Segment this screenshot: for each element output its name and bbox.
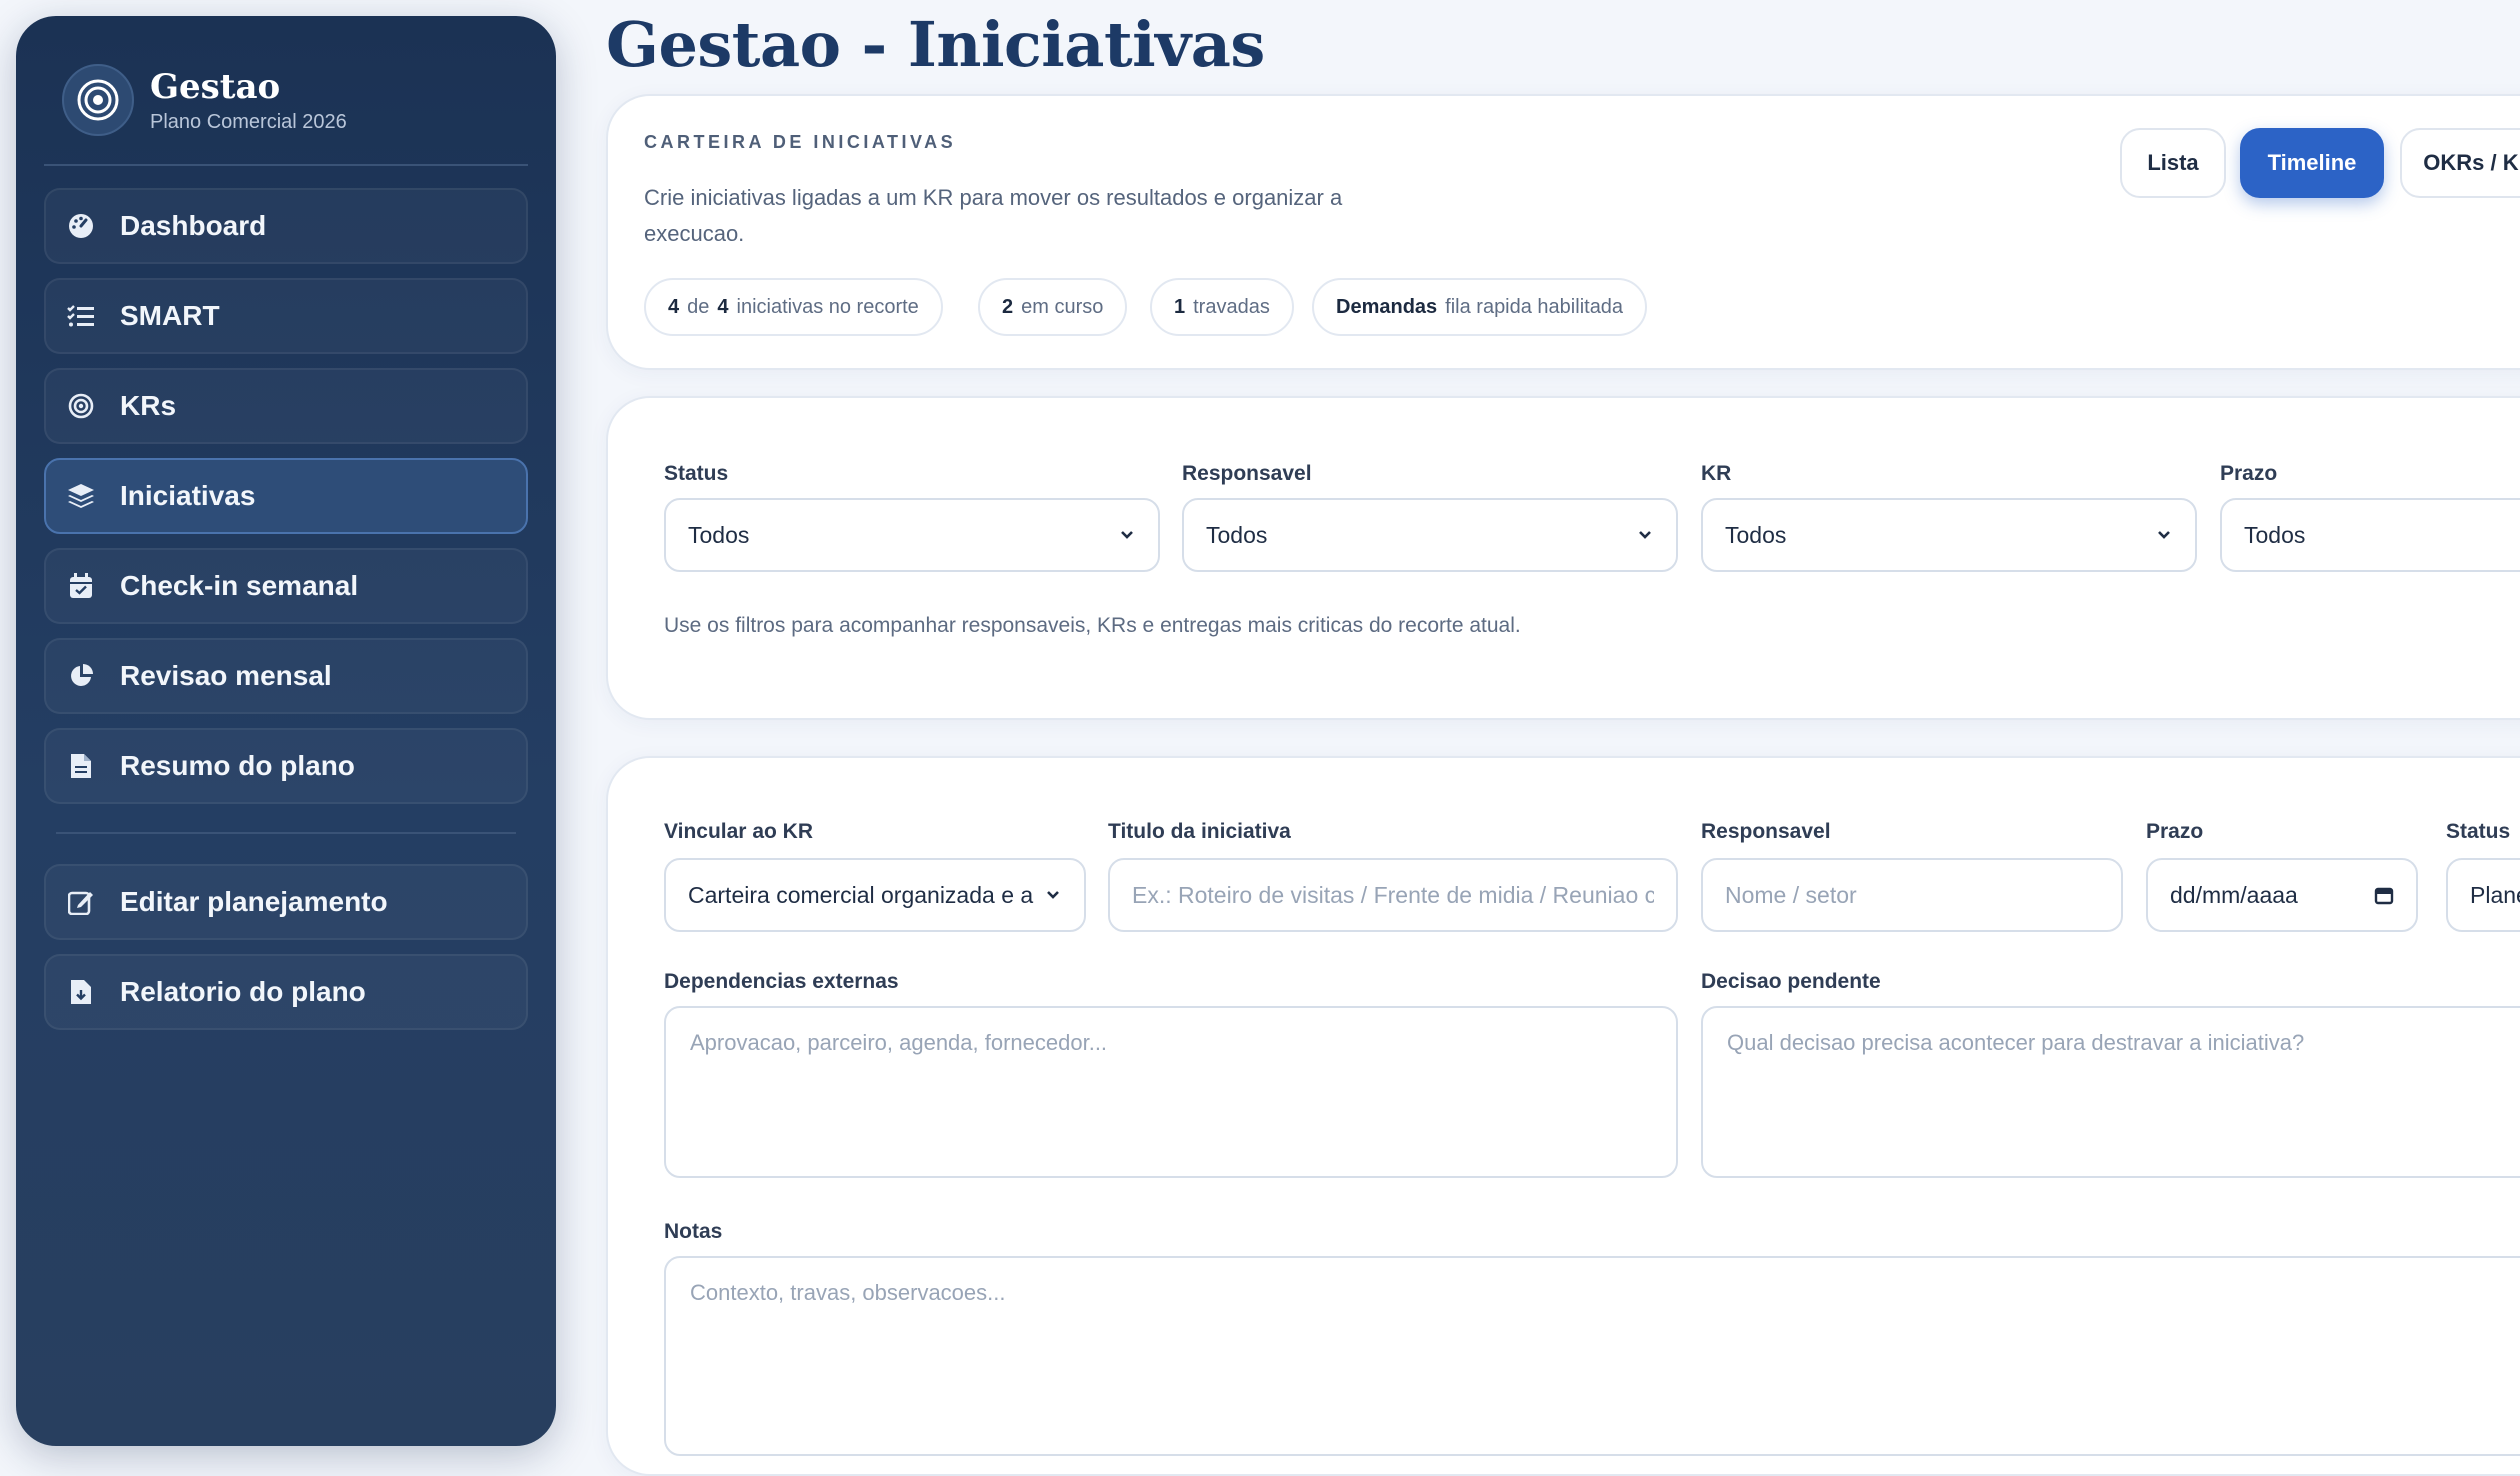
count-of: de [687, 295, 710, 318]
status-filter-label: Status [664, 462, 729, 485]
kr-filter-label: KR [1701, 462, 1732, 485]
deadline-filter-select[interactable]: Todos [2220, 498, 2520, 572]
filters-hint: Use os filtros para acompanhar responsav… [664, 614, 1521, 637]
layers-icon [66, 481, 96, 511]
pending-decision-label: Decisao pendente [1701, 970, 1881, 993]
sidebar-item-relatorio[interactable]: Relatorio do plano [44, 954, 528, 1030]
deadline-placeholder: dd/mm/aaaa [2170, 881, 2298, 908]
kr-filter-value: Todos [1725, 521, 1787, 548]
deadline-filter-value: Todos [2244, 521, 2306, 548]
kr-filter-select[interactable]: Todos [1701, 498, 2197, 572]
brand-title: Gestao [150, 66, 281, 107]
initiative-title-label: Titulo da iniciativa [1108, 820, 1291, 843]
owner-filter-label: Responsavel [1182, 462, 1312, 485]
sidebar-item-label: Dashboard [120, 210, 267, 241]
sidebar-item-label: Revisao mensal [120, 660, 332, 691]
sidebar-item-label: Editar planejamento [120, 886, 388, 917]
owner-filter-value: Todos [1206, 521, 1268, 548]
sidebar-item-krs[interactable]: KRs [44, 368, 528, 444]
calendar-icon[interactable] [2374, 885, 2394, 905]
in-progress-count: 2 [1002, 295, 1014, 318]
sidebar-item-label: Check-in semanal [120, 570, 359, 601]
view-okrs-button[interactable]: OKRs / KRs [2400, 128, 2520, 198]
sidebar-item-label: Iniciativas [120, 480, 256, 511]
in-progress-text: em curso [1021, 295, 1104, 318]
file-download-icon [66, 977, 96, 1007]
blocked-count: 1 [1174, 295, 1186, 318]
portfolio-eyebrow: CARTEIRA DE INICIATIVAS [644, 132, 957, 152]
count-chip: 4 de 4 iniciativas no recorte [644, 278, 943, 336]
portfolio-card: CARTEIRA DE INICIATIVAS Crie iniciativas… [606, 94, 2520, 370]
portfolio-description: Crie iniciativas ligadas a um KR para mo… [644, 185, 1343, 246]
notes-label: Notas [664, 1220, 723, 1243]
target-icon [66, 391, 96, 421]
count-visible: 4 [668, 295, 680, 318]
dependencies-placeholder: Aprovacao, parceiro, agenda, fornecedor.… [690, 1030, 1108, 1055]
document-icon [66, 751, 96, 781]
deadline-label: Prazo [2146, 820, 2204, 843]
edit-icon [66, 887, 96, 917]
sidebar-item-iniciativas[interactable]: Iniciativas [44, 458, 528, 534]
view-timeline-button[interactable]: Timeline [2240, 128, 2384, 198]
sidebar-item-editar-planejamento[interactable]: Editar planejamento [44, 864, 528, 940]
blocked-chip: 1 travadas [1150, 278, 1294, 336]
pending-decision-placeholder: Qual decisao precisa acontecer para dest… [1727, 1030, 2305, 1055]
new-initiative-form: Vincular ao KR Carteira comercial organi… [606, 756, 2520, 1476]
brand: Gestao Plano Comercial 2026 [62, 64, 347, 136]
status-filter-value: Todos [688, 521, 750, 548]
owner-label: Responsavel [1701, 820, 1831, 843]
page-title: Gestao - Iniciativas [606, 8, 1265, 81]
status-filter-select[interactable]: Todos [664, 498, 1160, 572]
notes-placeholder: Contexto, travas, observacoes... [690, 1280, 1006, 1305]
sidebar-item-resumo[interactable]: Resumo do plano [44, 728, 528, 804]
sidebar-item-label: SMART [120, 300, 220, 331]
kr-link-value: Carteira comercial organizada e acionada [688, 881, 1034, 908]
notes-textarea[interactable]: Contexto, travas, observacoes... [664, 1256, 2520, 1456]
in-progress-chip: 2 em curso [978, 278, 1128, 336]
demands-label: Demandas [1336, 295, 1438, 318]
pie-chart-icon [66, 661, 96, 691]
sidebar: Gestao Plano Comercial 2026 Dashboard SM… [16, 16, 556, 1446]
target-logo-icon [62, 64, 134, 136]
owner-filter-select[interactable]: Todos [1182, 498, 1678, 572]
demands-chip: Demandas fila rapida habilitada [1312, 278, 1648, 336]
pending-decision-textarea[interactable]: Qual decisao precisa acontecer para dest… [1701, 1006, 2520, 1178]
dependencies-textarea[interactable]: Aprovacao, parceiro, agenda, fornecedor.… [664, 1006, 1678, 1178]
deadline-date-input[interactable]: dd/mm/aaaa [2146, 858, 2418, 932]
count-total: 4 [717, 295, 729, 318]
sidebar-divider [56, 832, 516, 834]
owner-placeholder: Nome / setor [1725, 881, 1857, 908]
view-list-button[interactable]: Lista [2120, 128, 2226, 198]
blocked-text: travadas [1193, 295, 1270, 318]
sidebar-item-label: KRs [120, 390, 177, 421]
calendar-check-icon [66, 571, 96, 601]
status-value: Planejada [2470, 881, 2520, 908]
kr-link-label: Vincular ao KR [664, 820, 813, 843]
brand-subtitle: Plano Comercial 2026 [150, 110, 347, 133]
chevron-down-icon [1047, 891, 1059, 899]
gauge-icon [66, 211, 96, 241]
sidebar-item-smart[interactable]: SMART [44, 278, 528, 354]
status-label: Status [2446, 820, 2511, 843]
chevron-down-icon [1639, 531, 1651, 539]
status-select[interactable]: Planejada [2446, 858, 2520, 932]
sidebar-item-label: Resumo do plano [120, 750, 355, 781]
sidebar-divider [44, 164, 528, 166]
sidebar-item-dashboard[interactable]: Dashboard [44, 188, 528, 264]
filters-card: Status Todos Responsavel Todos KR Todos … [606, 396, 2520, 720]
deadline-filter-label: Prazo [2220, 462, 2278, 485]
sidebar-item-revisao-mensal[interactable]: Revisao mensal [44, 638, 528, 714]
sidebar-item-check-in[interactable]: Check-in semanal [44, 548, 528, 624]
dependencies-label: Dependencias externas [664, 970, 899, 993]
chevron-down-icon [2158, 531, 2170, 539]
chevron-down-icon [1121, 531, 1133, 539]
checklist-icon [66, 301, 96, 331]
owner-input[interactable]: Nome / setor [1701, 858, 2123, 932]
demands-text: fila rapida habilitada [1445, 295, 1624, 318]
initiative-title-placeholder: Ex.: Roteiro de visitas / Frente de midi… [1132, 881, 1654, 908]
initiative-title-input[interactable]: Ex.: Roteiro de visitas / Frente de midi… [1108, 858, 1678, 932]
count-text: iniciativas no recorte [736, 295, 919, 318]
kr-link-select[interactable]: Carteira comercial organizada e acionada [664, 858, 1086, 932]
sidebar-item-label: Relatorio do plano [120, 976, 366, 1007]
